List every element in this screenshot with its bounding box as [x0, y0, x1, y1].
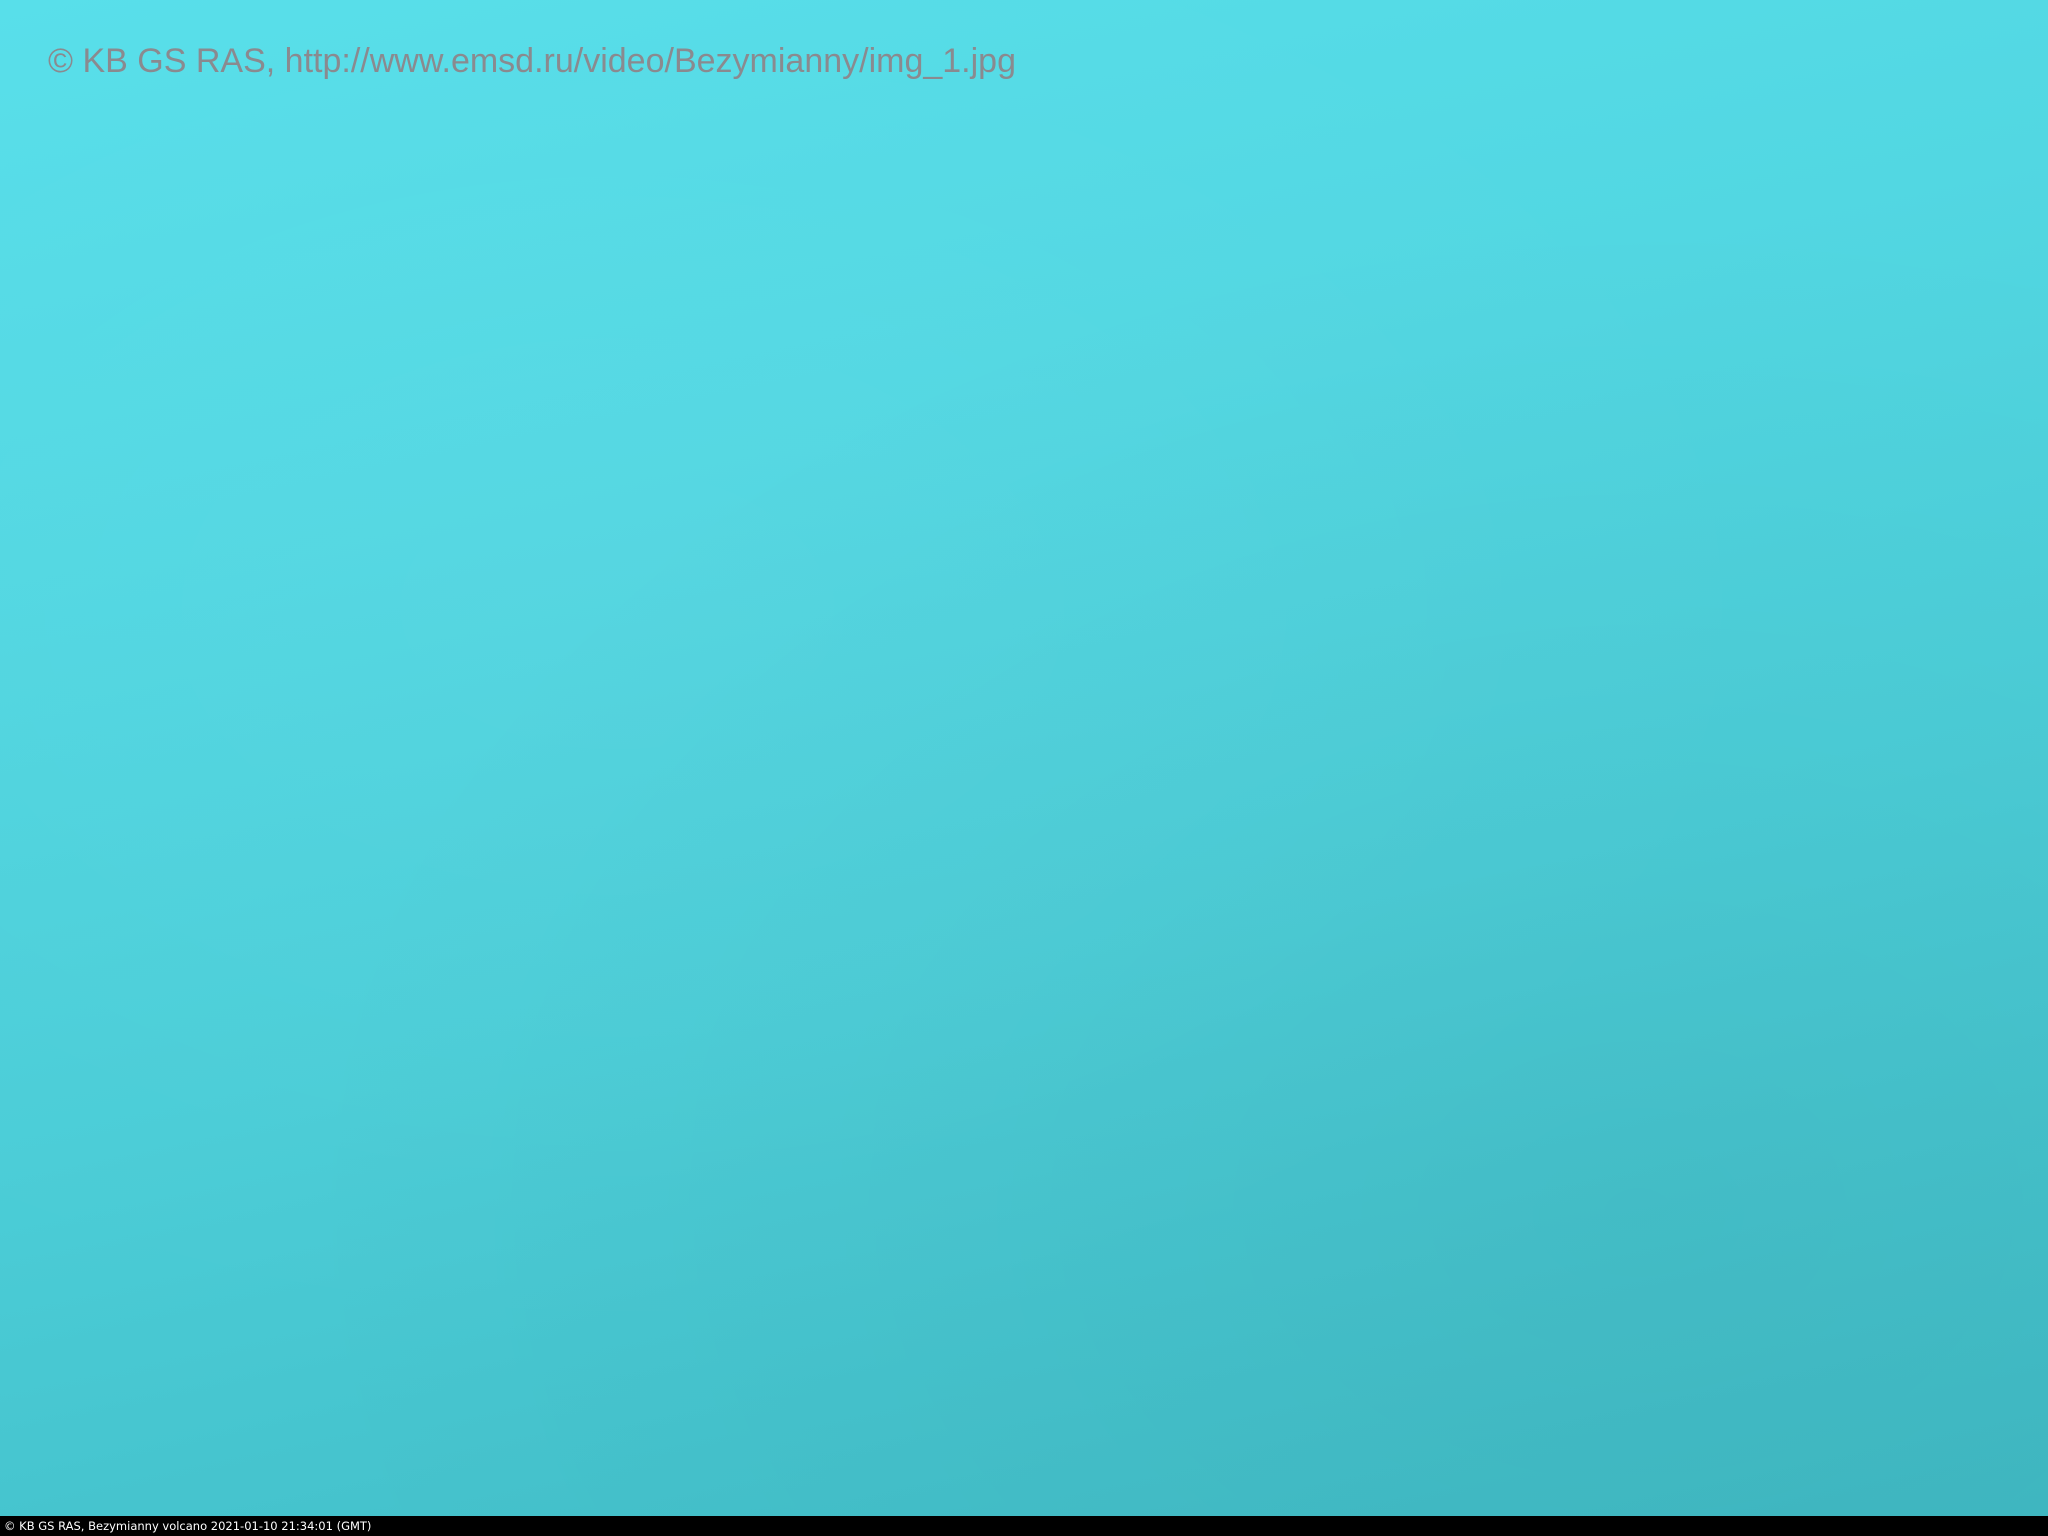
webcam-image: © KB GS RAS, http://www.emsd.ru/video/Be…	[0, 0, 2048, 1516]
watermark-text: © KB GS RAS, http://www.emsd.ru/video/Be…	[48, 42, 1017, 80]
sky-texture	[0, 0, 2048, 1516]
caption-bar: © KB GS RAS, Bezymianny volcano 2021-01-…	[0, 1516, 2048, 1536]
caption-text: © KB GS RAS, Bezymianny volcano 2021-01-…	[4, 1519, 372, 1533]
